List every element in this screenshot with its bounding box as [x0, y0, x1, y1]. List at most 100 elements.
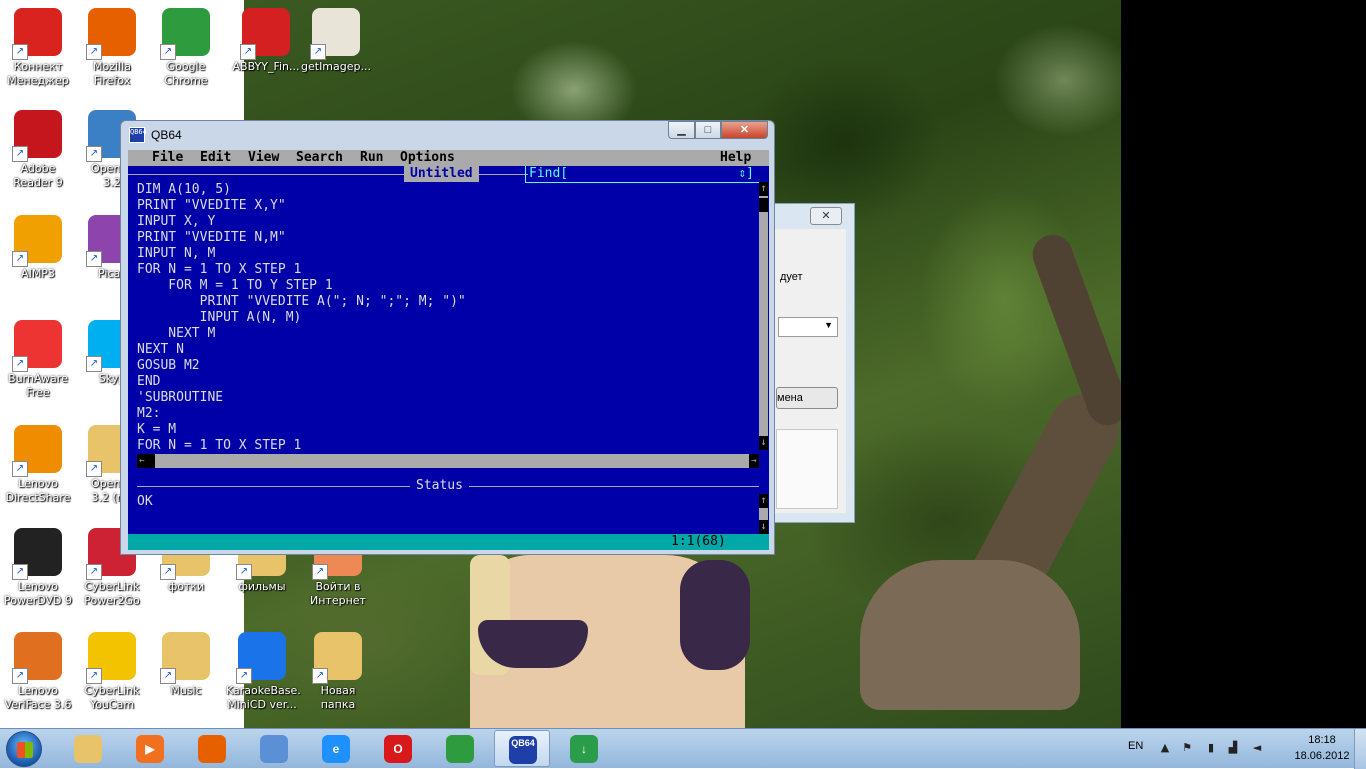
vertical-scrollbar[interactable]: ↑ ↓ — [759, 182, 768, 450]
start-button[interactable] — [6, 731, 42, 767]
desktop-icon[interactable]: ↗ Lenovo VeriFace 3.6 — [2, 632, 74, 712]
desktop-icon[interactable]: ↗ Новая папка — [302, 632, 374, 712]
desktop-icon[interactable]: ↗ Music — [150, 632, 222, 698]
menu-options[interactable]: Options — [400, 150, 455, 166]
code-line[interactable]: PRINT "VVEDITE N,M" — [137, 230, 757, 246]
taskbar-button-chrome[interactable] — [432, 730, 488, 767]
taskbar-button-ie-like[interactable] — [246, 730, 302, 767]
code-editor[interactable]: Untitled Find[ ⇕] DIM A(10, 5) PRINT "VVE… — [128, 166, 769, 478]
code-line[interactable]: PRINT "VVEDITE A("; N; ";"; M; ")" — [137, 294, 757, 310]
shortcut-arrow-icon: ↗ — [12, 461, 28, 477]
desktop-icon-label: Google Chrome — [164, 60, 208, 87]
language-indicator[interactable]: EN — [1128, 740, 1143, 752]
background-dialog[interactable]: ✕ дует ▼ мена — [770, 203, 855, 523]
code-line[interactable]: DIM A(10, 5) — [137, 182, 757, 198]
status-panel: Status OK ↑ ↓ — [128, 478, 769, 534]
status-scrollbar[interactable]: ↑ ↓ — [759, 494, 768, 534]
code-line[interactable]: K = M — [137, 422, 757, 438]
window-titlebar[interactable]: QB64 QB64 ▁ □ ✕ — [121, 121, 774, 149]
clock-time[interactable]: 18:18 — [1292, 734, 1352, 746]
windows-logo-icon — [17, 742, 33, 758]
wallpaper-person — [680, 560, 750, 670]
desktop-icon-label: Adobe Reader 9 — [13, 162, 63, 189]
shortcut-arrow-icon: ↗ — [160, 564, 176, 580]
action-center-flag-icon[interactable]: ⚑ — [1180, 741, 1194, 755]
battery-icon[interactable]: ▮ — [1204, 741, 1218, 755]
qb64-window[interactable]: QB64 QB64 ▁ □ ✕ File Edit View Search Ru… — [120, 120, 775, 555]
desktop-icon[interactable]: ↗ Mozilla Firefox — [76, 8, 148, 88]
desktop-icon[interactable]: ↗ Adobe Reader 9 — [2, 110, 74, 190]
maximize-button[interactable]: □ — [695, 121, 721, 139]
desktop-icon[interactable]: ↗ KaraokeBase. MiniCD ver... — [226, 632, 301, 712]
powerdvd-icon: ↗ — [12, 528, 62, 580]
scroll-thumb[interactable] — [147, 454, 155, 468]
desktop-icon-label: CyberLink YouCam — [84, 684, 140, 711]
menu-edit[interactable]: Edit — [200, 150, 231, 166]
code-line[interactable]: FOR M = 1 TO Y STEP 1 — [137, 278, 757, 294]
desktop-icon[interactable]: ↗ getImagep... — [300, 8, 372, 74]
taskbar: ▶ e O QB64 ↓ EN ▲ ⚑ ▮ ▟ ◄ 18:18 18.06.2012 — [0, 728, 1366, 769]
taskbar-button-qb64[interactable]: QB64 — [494, 730, 550, 767]
desktop-icon[interactable]: ↗ Lenovo DirectShare — [2, 425, 74, 505]
close-button[interactable]: ✕ — [721, 121, 768, 139]
scroll-left-icon[interactable]: ← — [137, 454, 147, 468]
menu-view[interactable]: View — [248, 150, 279, 166]
code-line[interactable]: M2: — [137, 406, 757, 422]
menu-search[interactable]: Search — [296, 150, 343, 166]
find-toggle[interactable]: ⇕] — [738, 166, 754, 182]
code-line[interactable]: NEXT M — [137, 326, 757, 342]
desktop-icon[interactable]: ↗ AIMP3 — [2, 215, 74, 281]
taskbar-button-internet-explorer[interactable]: e — [308, 730, 364, 767]
menu-help[interactable]: Help — [720, 150, 751, 166]
horizontal-scrollbar[interactable]: ← → — [137, 454, 759, 468]
burnaware-icon: ↗ — [12, 320, 62, 372]
directshare-icon: ↗ — [12, 425, 62, 477]
taskbar-button-explorer[interactable] — [60, 730, 116, 767]
desktop-icon[interactable]: ↗ BurnAware Free — [2, 320, 74, 400]
code-line[interactable]: NEXT N — [137, 342, 757, 358]
taskbar-button-media-player[interactable]: ▶ — [122, 730, 178, 767]
show-hidden-icons-icon[interactable]: ▲ — [1158, 741, 1172, 755]
code-line[interactable]: END — [137, 374, 757, 390]
wallpaper-person — [478, 620, 588, 668]
scroll-up-icon[interactable]: ↑ — [759, 494, 768, 508]
dialog-close-button[interactable]: ✕ — [810, 207, 842, 225]
desktop-icon[interactable]: ↗ Google Chrome — [150, 8, 222, 88]
scroll-down-icon[interactable]: ↓ — [759, 436, 768, 450]
desktop-icon[interactable]: ↗ CyberLink YouCam — [76, 632, 148, 712]
dialog-body: дует ▼ мена — [770, 229, 846, 513]
code-line[interactable]: PRINT "VVEDITE X,Y" — [137, 198, 757, 214]
clock-date[interactable]: 18.06.2012 — [1282, 750, 1362, 762]
show-desktop-button[interactable] — [1354, 729, 1366, 769]
desktop-icon[interactable]: ↗ Lenovo PowerDVD 9 — [2, 528, 74, 608]
volume-icon[interactable]: ◄ — [1250, 741, 1264, 755]
minimize-button[interactable]: ▁ — [668, 121, 695, 139]
menu-run[interactable]: Run — [360, 150, 383, 166]
shortcut-arrow-icon: ↗ — [12, 146, 28, 162]
editor-title: Untitled — [404, 166, 479, 182]
code-line[interactable]: INPUT A(N, M) — [137, 310, 757, 326]
qb64-client-area: File Edit View Search Run Options Help U… — [128, 150, 769, 550]
scroll-thumb[interactable] — [759, 198, 768, 212]
dialog-button[interactable]: мена — [776, 387, 838, 409]
desktop-icon[interactable]: ↗ ABBYY_Fin... — [230, 8, 302, 74]
qb-status-bar: 1:1(68) — [128, 534, 769, 550]
code-text[interactable]: DIM A(10, 5) PRINT "VVEDITE X,Y" INPUT X, … — [137, 182, 757, 454]
code-line[interactable]: 'SUBROUTINE — [137, 390, 757, 406]
code-line[interactable]: INPUT N, M — [137, 246, 757, 262]
taskbar-button-opera[interactable]: O — [370, 730, 426, 767]
desktop-icon[interactable]: ↗ Коннект Менеджер — [2, 8, 74, 88]
code-line[interactable]: FOR N = 1 TO X STEP 1 — [137, 262, 757, 278]
network-signal-icon[interactable]: ▟ — [1226, 741, 1240, 755]
scroll-up-icon[interactable]: ↑ — [759, 182, 768, 196]
taskbar-button-download[interactable]: ↓ — [556, 730, 612, 767]
scroll-down-icon[interactable]: ↓ — [759, 520, 768, 534]
code-line[interactable]: FOR N = 1 TO X STEP 1 — [137, 438, 757, 454]
code-line[interactable]: GOSUB M2 — [137, 358, 757, 374]
find-box[interactable]: Find[ ⇕] — [525, 166, 760, 183]
taskbar-button-firefox[interactable] — [184, 730, 240, 767]
scroll-right-icon[interactable]: → — [749, 454, 759, 468]
menu-file[interactable]: File — [152, 150, 183, 166]
dialog-combo[interactable]: ▼ — [778, 317, 838, 337]
code-line[interactable]: INPUT X, Y — [137, 214, 757, 230]
